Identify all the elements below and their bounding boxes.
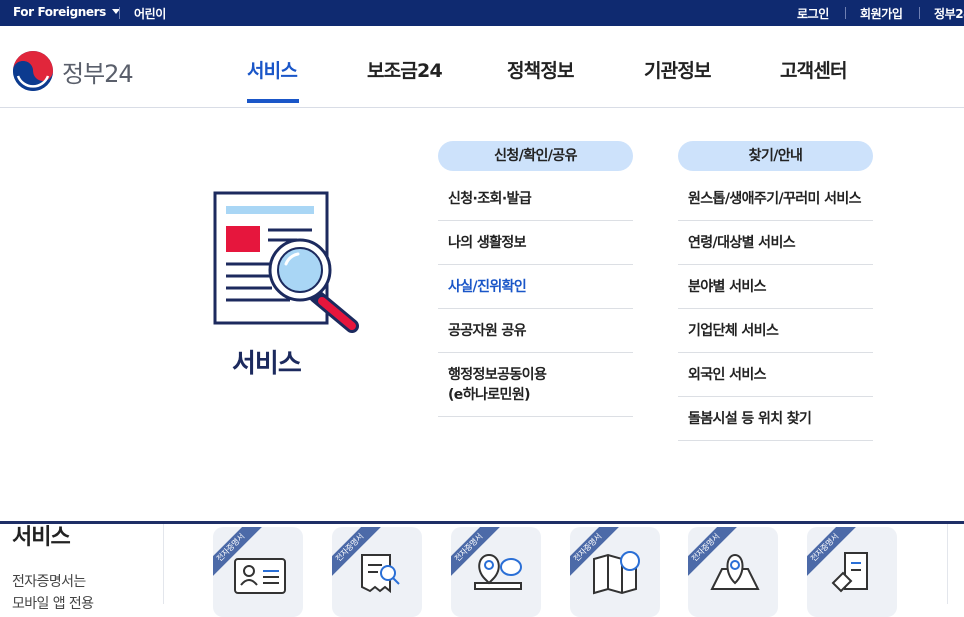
menu-item-foreigner-service[interactable]: 외국인 서비스: [678, 353, 873, 397]
document-search-icon: [213, 191, 359, 333]
nav-agency-info[interactable]: 기관정보: [644, 56, 712, 83]
kids-link[interactable]: 어린이: [134, 5, 166, 22]
divider: [119, 7, 120, 19]
menu-item-apply-inquire-issue[interactable]: 신청·조회·발급: [438, 177, 633, 221]
active-nav-indicator: [247, 99, 299, 103]
map-pin-icon: [710, 553, 760, 590]
divider: [947, 524, 948, 604]
menu-item-my-life-info[interactable]: 나의 생활정보: [438, 221, 633, 265]
menu-item-public-resource-share[interactable]: 공공자원 공유: [438, 309, 633, 353]
nav-services[interactable]: 서비스: [247, 56, 298, 83]
main-header: 정부24 서비스 보조금24 정책정보 기관정보 고객센터: [0, 26, 964, 108]
government-taegeuk-logo-icon[interactable]: [12, 50, 54, 92]
divider: [919, 7, 920, 19]
menu-item-admin-info-sharing[interactable]: 행정정보공동이용 (e하나로민원): [438, 353, 633, 417]
for-foreigners-dropdown[interactable]: For Foreigners: [13, 5, 120, 19]
divider: [845, 7, 846, 19]
location-chat-icon: [474, 553, 522, 590]
map-search-icon: [593, 551, 640, 595]
logo-text[interactable]: 정부24: [62, 54, 134, 89]
receipt-search-icon: [361, 554, 400, 594]
id-card-icon: [234, 558, 286, 594]
menu-column-find-guide: 찾기/안내 원스톱/생애주기/꾸러미 서비스 연령/대상별 서비스 분야별 서비…: [678, 141, 873, 441]
document-tag-icon: [831, 552, 868, 593]
menu-bottom-border: [0, 521, 964, 524]
nav-policy-info[interactable]: 정책정보: [507, 56, 575, 83]
utility-bar: For Foreigners 어린이 로그인 회원가입 정부24: [0, 0, 964, 26]
menu-item-onestop-lifecycle-package[interactable]: 원스톱/생애주기/꾸러미 서비스: [678, 177, 873, 221]
menu-column-apply-check-share: 신청/확인/공유 신청·조회·발급 나의 생활정보 사실/진위확인 공공자원 공…: [438, 141, 633, 417]
section-description: 전자증명서는 모바일 앱 전용: [12, 574, 94, 612]
gov24-link[interactable]: 정부24: [934, 5, 964, 22]
menu-item-care-facility-location[interactable]: 돌봄시설 등 위치 찾기: [678, 397, 873, 441]
signup-link[interactable]: 회원가입: [860, 5, 903, 22]
login-link[interactable]: 로그인: [797, 5, 829, 22]
menu-item-fact-authenticity-check[interactable]: 사실/진위확인: [438, 265, 633, 309]
menu-item-age-target-service[interactable]: 연령/대상별 서비스: [678, 221, 873, 265]
column-heading: 찾기/안내: [678, 141, 873, 171]
menu-item-business-group-service[interactable]: 기업단체 서비스: [678, 309, 873, 353]
column-heading: 신청/확인/공유: [438, 141, 633, 171]
nav-customer-center[interactable]: 고객센터: [780, 56, 848, 83]
nav-subsidy24[interactable]: 보조금24: [367, 56, 443, 83]
divider: [163, 524, 164, 604]
menu-item-field-service[interactable]: 분야별 서비스: [678, 265, 873, 309]
menu-hero-title: 서비스: [232, 349, 302, 379]
